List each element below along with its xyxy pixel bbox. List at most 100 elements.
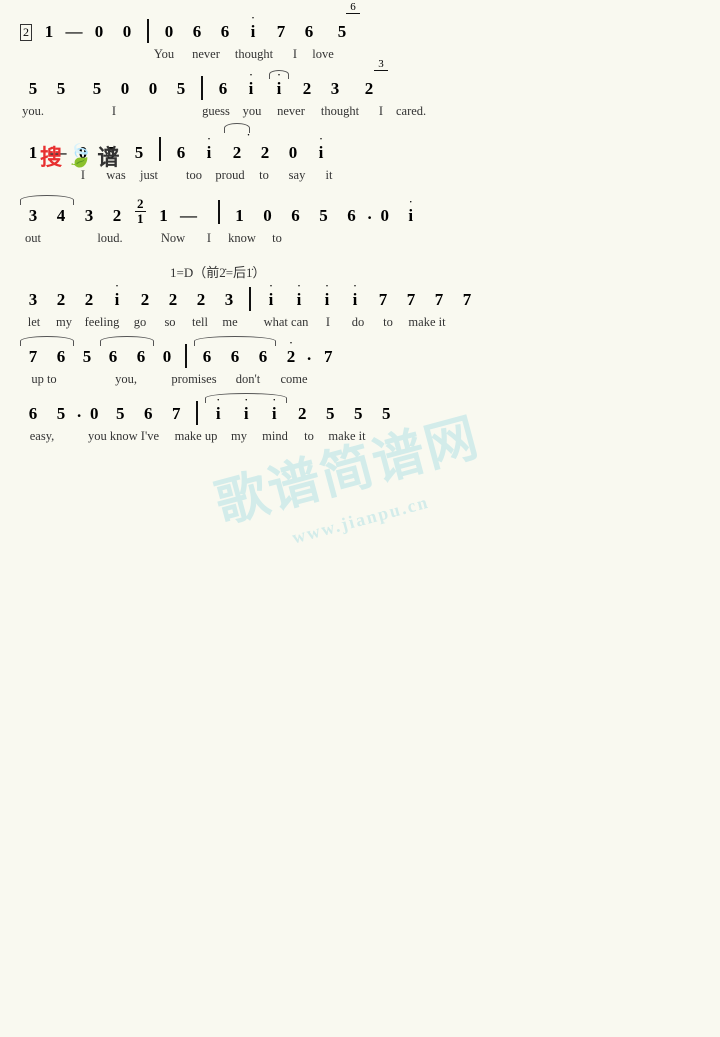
note: 2 <box>289 403 315 425</box>
note: · i <box>238 78 264 100</box>
lyric-cell: so <box>156 315 184 330</box>
note: 3 <box>76 205 102 227</box>
lyric-cell: mind <box>257 429 293 444</box>
page: 歌谱简谱网 www.jianpu.cn 2 1 — 0 0 0 6 6 · <box>0 0 720 1037</box>
note: 6 <box>283 205 309 227</box>
lyric-cell: what can <box>260 315 312 330</box>
note: · i <box>196 142 222 164</box>
lyric-cell: make up <box>171 429 221 444</box>
note: 7 <box>20 346 46 368</box>
lyric-cell: never <box>270 104 312 119</box>
note: 3 <box>216 289 242 311</box>
logo-area: 搜 🍃 谱 <box>40 140 119 172</box>
note: 2 <box>76 289 102 311</box>
note: 5 <box>76 346 98 368</box>
note: 7 <box>398 289 424 311</box>
lyrics-row-4: out loud. Now I know to <box>20 231 700 250</box>
note: 2 <box>188 289 214 311</box>
bar-line <box>249 287 251 311</box>
lyrics-row-3: I was just too proud to say it <box>20 168 700 187</box>
note: 5 <box>311 205 337 227</box>
lyric-cell: Now <box>152 231 194 246</box>
lyric-cell: just <box>134 168 164 183</box>
watermark-url: www.jianpu.cn <box>290 492 432 549</box>
note: 0 <box>86 21 112 43</box>
note: 1 <box>227 205 253 227</box>
note: 7 <box>370 289 396 311</box>
notes-row-4: 3 4 3 2 2 1 1 — 1 0 6 5 6 . 0 <box>20 193 700 231</box>
lyric-cell: my <box>50 315 78 330</box>
lyric-cell: know <box>224 231 260 246</box>
note: 1 <box>151 205 177 227</box>
lyric-cell: You <box>144 47 184 62</box>
lyric-cell: guess <box>198 104 234 119</box>
note: · i <box>266 78 292 100</box>
logo-leaf-icon: 🍃 <box>66 143 93 169</box>
lyric-cell: to <box>248 168 280 183</box>
note: · i <box>261 403 287 425</box>
lyric-cell: make it <box>325 429 369 444</box>
lyric-cell: too <box>176 168 212 183</box>
note: · i <box>258 289 284 311</box>
lyric-cell: I <box>314 315 342 330</box>
logo-text-pu: 谱 <box>97 140 119 172</box>
note: · 2 <box>278 346 304 368</box>
note: 0 <box>156 21 182 43</box>
row-5: 3 2 2 · i 2 2 2 3 · i · i <box>20 283 700 334</box>
bar-line <box>218 200 220 224</box>
note: 5 <box>107 403 133 425</box>
lyric-cell: you know I've <box>88 429 159 444</box>
note: 6 <box>212 21 238 43</box>
note: 6 <box>339 205 365 227</box>
lyric-cell: easy, <box>20 429 64 444</box>
lyric-cell: cared. <box>396 104 426 119</box>
lyric-cell: I <box>196 231 222 246</box>
note: 3 <box>322 78 348 100</box>
note: — <box>179 205 199 227</box>
lyric-cell: proud <box>214 168 246 183</box>
notes-row-1: 2 1 — 0 0 0 6 6 · i 7 6 <box>20 15 700 47</box>
note: 2 <box>132 289 158 311</box>
lyric-cell: love <box>310 47 336 62</box>
music-section: 2 1 — 0 0 0 6 6 · i 7 6 <box>20 10 700 448</box>
note: 2 <box>104 205 130 227</box>
key-change-text: 1=D（前2̇=后1̇） <box>170 265 266 280</box>
lyric-cell: make it <box>404 315 450 330</box>
lyric-cell: it <box>314 168 344 183</box>
note: 6 <box>135 403 161 425</box>
note: 5 <box>317 403 343 425</box>
row-3: 1 — 0 5 5 6 · i · 2 2 0 <box>20 129 700 187</box>
note: 0 <box>83 403 105 425</box>
note: 1 <box>36 21 62 43</box>
notes-row-5: 3 2 2 · i 2 2 2 3 · i · i <box>20 283 700 315</box>
lyric-cell: feeling <box>80 315 124 330</box>
note: 5 <box>168 78 194 100</box>
note: · i <box>104 289 130 311</box>
lyric-cell: don't <box>226 372 270 387</box>
note: 2 <box>294 78 320 100</box>
note: 5 <box>48 403 74 425</box>
note: 0 <box>114 21 140 43</box>
lyric-cell: up to <box>20 372 68 387</box>
note: 3 <box>20 205 46 227</box>
lyric-cell: I <box>98 104 130 119</box>
note: · i <box>240 21 266 43</box>
notes-row-2: 5 5 5 0 0 5 6 · i · i 2 3 <box>20 72 700 104</box>
note: 6 5 <box>324 21 360 43</box>
note: 7 <box>426 289 452 311</box>
note: 3 <box>20 289 46 311</box>
row-1: 2 1 — 0 0 0 6 6 · i 7 6 <box>20 15 700 66</box>
note: 6 <box>194 346 220 368</box>
bar-line <box>147 19 149 43</box>
note: 5 <box>373 403 399 425</box>
note: 5 <box>345 403 371 425</box>
lyric-cell: I <box>368 104 394 119</box>
lyrics-row-5: let my feeling go so tell me what can I … <box>20 315 700 334</box>
note: 7 <box>454 289 480 311</box>
note: · i <box>233 403 259 425</box>
note: 2 <box>160 289 186 311</box>
note: 6 <box>296 21 322 43</box>
note: 6 <box>48 346 74 368</box>
bar-line <box>185 344 187 368</box>
note: 5 <box>48 78 74 100</box>
